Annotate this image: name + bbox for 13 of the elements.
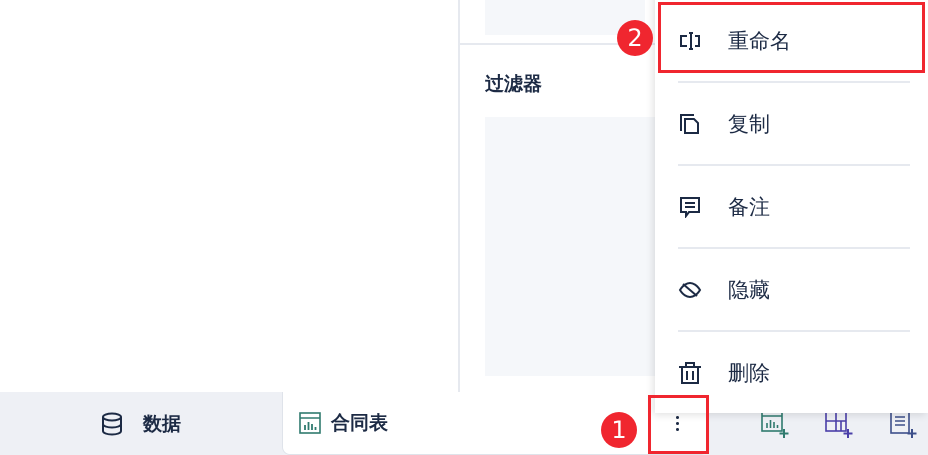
bar-chart-icon: [299, 412, 321, 434]
highlight-frame: [648, 395, 709, 454]
menu-item[interactable]: 隐藏: [655, 249, 928, 330]
comment-icon: [677, 196, 703, 218]
sheet-tab[interactable]: 数据: [0, 392, 280, 455]
eye-off-icon: [677, 280, 703, 298]
menu-item[interactable]: 重命名: [655, 0, 928, 81]
trash-icon: [677, 362, 703, 384]
menu-item[interactable]: 备注: [655, 166, 928, 247]
more-icon: [676, 416, 680, 430]
step-badge: 2: [617, 20, 653, 56]
text-cursor-icon: [677, 30, 703, 50]
database-icon: [99, 410, 125, 436]
